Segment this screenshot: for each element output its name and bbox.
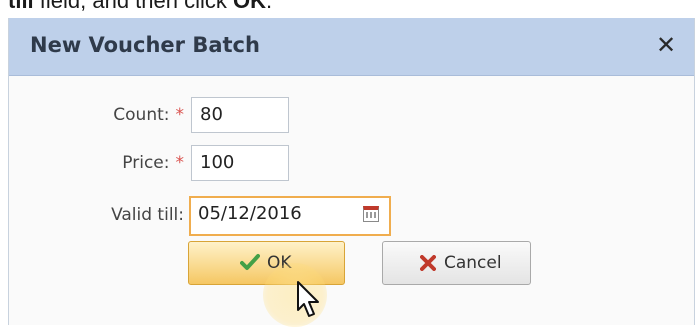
price-row: Price: * [9, 145, 184, 181]
count-required-mark: * [175, 105, 185, 125]
cancel-button[interactable]: Cancel [382, 241, 531, 285]
valid-till-label: Valid till: [111, 205, 184, 225]
price-required-mark: * [175, 153, 185, 173]
mouse-cursor-icon [297, 281, 319, 317]
count-label: Count: * [113, 105, 184, 125]
instruction-bold-ok: OK [233, 0, 267, 13]
count-label-text: Count: [113, 105, 170, 125]
check-icon [240, 254, 260, 270]
valid-till-value: 05/12/2016 [198, 203, 302, 224]
instruction-bold-till: till [8, 0, 34, 13]
count-input[interactable]: 80 [191, 97, 289, 133]
dialog-title-bar: New Voucher Batch ✕ [9, 18, 694, 76]
calendar-icon[interactable] [363, 206, 379, 222]
price-input[interactable]: 100 [191, 145, 289, 181]
valid-till-row: Valid till: [9, 197, 184, 233]
ok-button[interactable]: OK [188, 241, 345, 285]
count-row: Count: * [9, 97, 184, 133]
cancel-button-label: Cancel [444, 253, 502, 273]
new-voucher-batch-dialog: New Voucher Batch ✕ Count: * 80 Price: * 1… [8, 18, 695, 327]
instruction-end-text: . [266, 0, 273, 13]
price-label-text: Price: [122, 153, 170, 173]
instruction-mid-text: field, and then click [33, 0, 234, 13]
ok-button-label: OK [267, 253, 292, 273]
valid-till-date-input[interactable]: 05/12/2016 [189, 196, 391, 236]
close-icon[interactable]: ✕ [652, 31, 680, 59]
price-label: Price: * [122, 153, 184, 173]
dialog-title: New Voucher Batch [30, 33, 260, 57]
x-icon [420, 255, 436, 271]
instruction-text: till field, and then click OK. [8, 0, 272, 12]
